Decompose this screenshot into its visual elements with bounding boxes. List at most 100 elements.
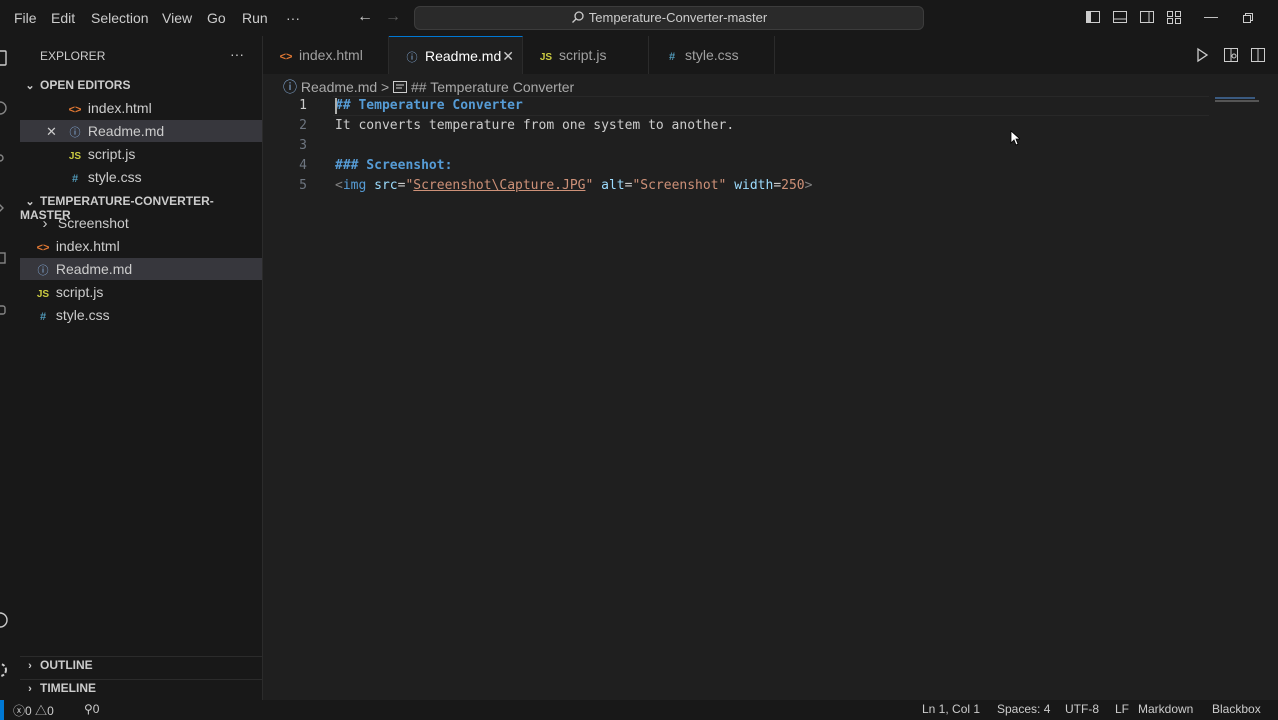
open-preview-icon[interactable] xyxy=(1223,47,1239,63)
tree-file-script-js[interactable]: JS script.js xyxy=(20,281,262,303)
text-cursor xyxy=(335,98,337,114)
tab-readme-md[interactable]: ⓘ Readme.md ✕ xyxy=(389,36,523,74)
toggle-primary-sidebar-icon[interactable] xyxy=(1085,9,1101,25)
timeline-section[interactable]: › TIMELINE xyxy=(20,679,262,695)
settings-gear-icon[interactable] xyxy=(0,662,8,678)
open-editors-section[interactable]: ⌄ OPEN EDITORS xyxy=(20,78,130,92)
ports-indicator[interactable]: ⚲0 xyxy=(84,702,99,716)
code-line[interactable]: 4 ### Screenshot: xyxy=(263,156,1278,176)
explorer-icon[interactable] xyxy=(0,50,8,66)
remote-explorer-icon[interactable] xyxy=(0,302,8,318)
tree-file-index-html[interactable]: <> index.html xyxy=(20,235,262,257)
minimize-icon[interactable]: — xyxy=(1204,8,1218,24)
tree-folder-screenshot[interactable]: › Screenshot xyxy=(20,212,262,234)
code-line[interactable]: 5 <img src="Screenshot\Capture.JPG" alt="… xyxy=(263,176,1278,196)
menu-go[interactable]: Go xyxy=(207,10,226,26)
account-icon[interactable] xyxy=(0,612,8,628)
html-icon: <> xyxy=(36,242,50,254)
code-editor[interactable]: 1 ## Temperature Converter 2 It converts te… xyxy=(263,96,1278,700)
restore-icon[interactable] xyxy=(1243,13,1253,23)
tab-label: Readme.md xyxy=(425,48,502,64)
tree-file-readme-md[interactable]: ⓘ Readme.md xyxy=(20,258,262,280)
menu-selection[interactable]: Selection xyxy=(91,10,149,26)
forward-arrow-icon[interactable]: → xyxy=(385,8,401,26)
symbol-string-icon xyxy=(393,81,408,93)
open-editor-readme-md[interactable]: ✕ ⓘ Readme.md xyxy=(20,120,262,142)
chevron-right-icon: › xyxy=(28,660,32,672)
breadcrumb-file[interactable]: Readme.md xyxy=(301,79,377,95)
source-control-icon[interactable] xyxy=(0,150,8,166)
back-arrow-icon[interactable]: ← xyxy=(357,8,373,26)
js-icon: JS xyxy=(68,151,82,162)
code-token: = xyxy=(773,178,782,193)
info-icon: ⓘ xyxy=(283,79,297,95)
menu-more[interactable]: ··· xyxy=(286,10,300,26)
encoding[interactable]: UTF-8 xyxy=(1065,702,1099,716)
open-editor-label: index.html xyxy=(87,100,152,116)
code-token: width xyxy=(734,178,774,193)
remote-indicator[interactable] xyxy=(0,700,4,720)
chevron-down-icon: ⌄ xyxy=(25,80,35,92)
toggle-secondary-sidebar-icon[interactable] xyxy=(1139,9,1155,25)
code-token: alt xyxy=(601,178,625,193)
tab-label: script.js xyxy=(559,47,607,63)
line-code: ## Temperature Converter xyxy=(335,96,523,116)
cursor-position[interactable]: Ln 1, Col 1 xyxy=(922,702,980,716)
command-center-label: Temperature-Converter-master xyxy=(588,10,768,25)
tab-index-html[interactable]: <> index.html xyxy=(263,36,389,74)
open-editor-script-js[interactable]: JS script.js xyxy=(20,143,262,165)
code-token: ### Screenshot: xyxy=(335,158,453,173)
code-token: It converts temperature from one system … xyxy=(335,118,735,133)
indentation[interactable]: Spaces: 4 xyxy=(997,702,1050,716)
minimap[interactable] xyxy=(1215,96,1259,102)
line-code: ### Screenshot: xyxy=(335,156,452,176)
extensions-icon[interactable] xyxy=(0,250,8,266)
split-editor-icon[interactable] xyxy=(1250,47,1266,63)
breadcrumb-symbol[interactable]: ## Temperature Converter xyxy=(411,79,574,95)
problems-indicator[interactable]: ⓧ0 △0 xyxy=(13,702,54,719)
open-editor-index-html[interactable]: <> index.html xyxy=(20,97,262,119)
tab-script-js[interactable]: JS script.js xyxy=(523,36,649,74)
code-token: ## Temperature Converter xyxy=(335,98,523,113)
info-icon: ⓘ xyxy=(69,127,81,139)
run-play-icon[interactable] xyxy=(1194,47,1210,63)
customize-layout-icon[interactable] xyxy=(1166,9,1182,25)
language-mode[interactable]: Markdown xyxy=(1138,702,1193,716)
tree-file-style-css[interactable]: # style.css xyxy=(20,304,262,326)
menu-file[interactable]: File xyxy=(14,10,37,26)
code-line[interactable]: 2 It converts temperature from one system… xyxy=(263,116,1278,136)
chevron-down-icon: ⌄ xyxy=(25,196,35,208)
code-token[interactable]: Screenshot\Capture.JPG xyxy=(413,178,585,193)
open-editor-style-css[interactable]: # style.css xyxy=(20,166,262,188)
tree-item-label: Readme.md xyxy=(55,261,133,277)
menu-run[interactable]: Run xyxy=(242,10,268,26)
menu-view[interactable]: View xyxy=(162,10,192,26)
code-line[interactable]: 3 xyxy=(263,136,1278,156)
code-token: src xyxy=(374,178,398,193)
warning-icon: △ xyxy=(35,704,48,718)
blackbox-extension[interactable]: Blackbox xyxy=(1212,702,1261,716)
command-center[interactable]: Temperature-Converter-master xyxy=(414,6,924,30)
search-activity-icon[interactable] xyxy=(0,100,8,116)
menu-edit[interactable]: Edit xyxy=(51,10,75,26)
line-code: <img src="Screenshot\Capture.JPG" alt="S… xyxy=(335,176,812,196)
line-number: 2 xyxy=(299,118,307,133)
close-icon[interactable]: ✕ xyxy=(502,37,514,75)
end-of-line[interactable]: LF xyxy=(1115,702,1129,716)
code-line[interactable]: 1 ## Temperature Converter xyxy=(263,96,1278,116)
line-number: 3 xyxy=(299,138,307,153)
tree-item-label: index.html xyxy=(55,238,120,254)
open-editors-title: OPEN EDITORS xyxy=(40,78,131,92)
warning-count: 0 xyxy=(47,704,54,718)
close-icon[interactable]: ✕ xyxy=(46,121,66,143)
outline-section[interactable]: › OUTLINE xyxy=(20,656,262,672)
code-token: < xyxy=(335,178,343,193)
toggle-panel-icon[interactable] xyxy=(1112,9,1128,25)
tab-style-css[interactable]: # style.css xyxy=(649,36,775,74)
more-actions-icon[interactable]: ··· xyxy=(230,46,244,62)
run-debug-icon[interactable] xyxy=(0,200,8,216)
chevron-right-icon: › xyxy=(42,215,48,232)
